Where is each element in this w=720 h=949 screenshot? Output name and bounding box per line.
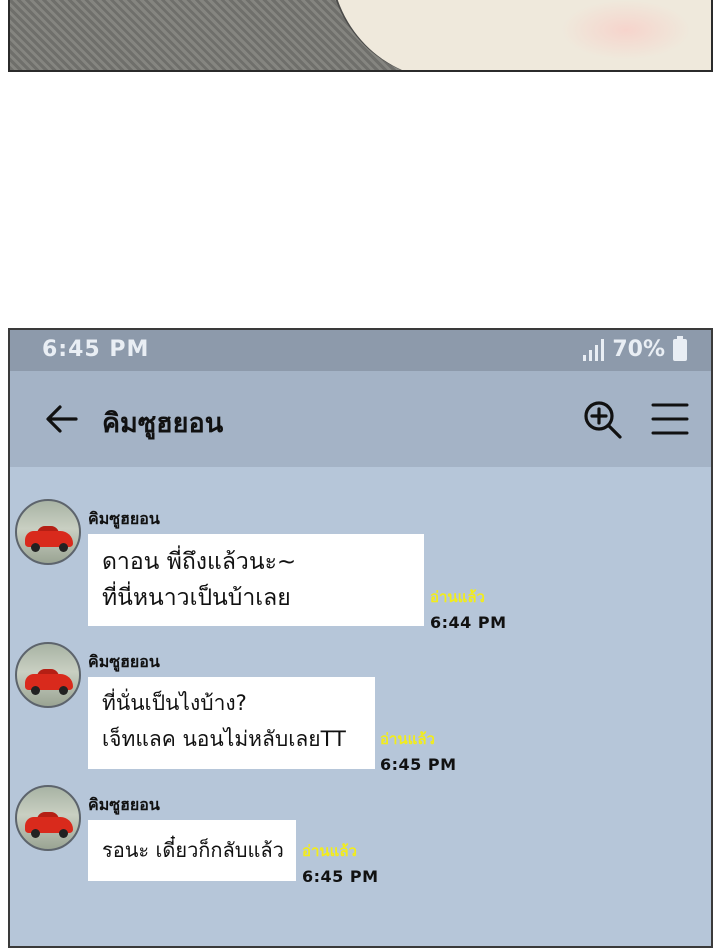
message-text: เจ็ทแลค นอนไม่หลับเลยTT bbox=[102, 727, 346, 751]
message-list[interactable]: คิมซูฮยอน ดาอน พี่ถึงแล้วนะ~ ที่นี่หนาวเ… bbox=[10, 467, 711, 946]
zoom-in-icon[interactable] bbox=[582, 399, 624, 441]
message-bubble[interactable]: ดาอน พี่ถึงแล้วนะ~ ที่นี่หนาวเป็นบ้าเลย bbox=[88, 534, 424, 626]
status-time: 6:45 PM bbox=[42, 337, 150, 362]
avatar[interactable] bbox=[15, 785, 81, 851]
sender-name: คิมซูฮยอน bbox=[88, 652, 160, 671]
arrow-left-icon[interactable] bbox=[42, 399, 82, 439]
message-bubble[interactable]: รอนะ เดี๋ยวก็กลับแล้ว bbox=[88, 820, 296, 881]
message-meta: อ่านแล้ว 6:44 PM bbox=[430, 585, 507, 632]
phone-screen: 6:45 PM 70% คิมซูฮยอน คิมซูฮยอน ดาอน พี่… bbox=[8, 328, 713, 948]
message-text: รอนะ เดี๋ยวก็กลับแล้ว bbox=[102, 838, 284, 862]
message-text: ที่นั่นเป็นไงบ้าง? bbox=[102, 691, 247, 715]
read-receipt: อ่านแล้ว bbox=[380, 730, 435, 748]
sender-name: คิมซูฮยอน bbox=[88, 795, 160, 814]
message-meta: อ่านแล้ว 6:45 PM bbox=[302, 839, 379, 886]
read-receipt: อ่านแล้ว bbox=[430, 588, 485, 606]
message-time: 6:44 PM bbox=[430, 613, 507, 632]
sender-name: คิมซูฮยอน bbox=[88, 509, 160, 528]
hamburger-menu-icon[interactable] bbox=[650, 401, 690, 437]
status-bar: 6:45 PM 70% bbox=[10, 330, 711, 371]
message-time: 6:45 PM bbox=[380, 755, 457, 774]
read-receipt: อ่านแล้ว bbox=[302, 842, 357, 860]
avatar[interactable] bbox=[15, 642, 81, 708]
status-indicators: 70% bbox=[583, 335, 687, 362]
message-text: ที่นี่หนาวเป็นบ้าเลย bbox=[102, 585, 291, 611]
chat-title: คิมซูฮยอน bbox=[102, 408, 224, 439]
chat-header: คิมซูฮยอน bbox=[10, 371, 711, 467]
comic-panel-illustration bbox=[8, 0, 713, 72]
battery-icon bbox=[673, 335, 687, 361]
message-time: 6:45 PM bbox=[302, 867, 379, 886]
message-bubble[interactable]: ที่นั่นเป็นไงบ้าง? เจ็ทแลค นอนไม่หลับเลย… bbox=[88, 677, 375, 769]
cheek-blush bbox=[561, 0, 691, 60]
signal-icon bbox=[583, 338, 605, 361]
battery-percent: 70% bbox=[612, 337, 665, 362]
message-text: ดาอน พี่ถึงแล้วนะ~ bbox=[102, 549, 297, 575]
message-meta: อ่านแล้ว 6:45 PM bbox=[380, 727, 457, 774]
avatar[interactable] bbox=[15, 499, 81, 565]
